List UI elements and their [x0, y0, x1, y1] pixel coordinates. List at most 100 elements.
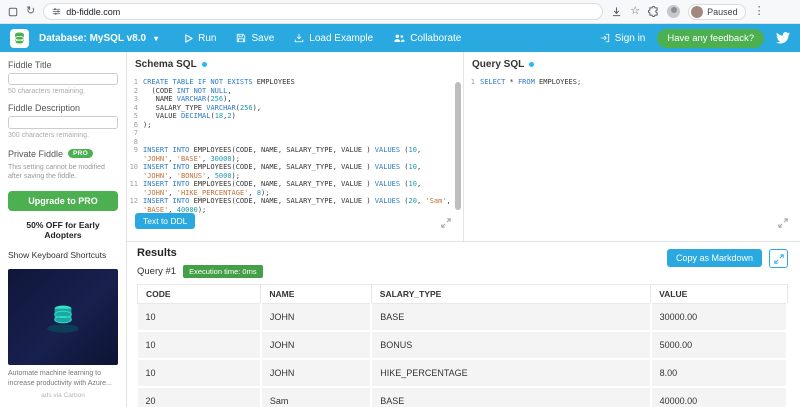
address-bar[interactable]: db-fiddle.com	[43, 3, 604, 20]
collaborate-button[interactable]: Collaborate	[393, 33, 461, 44]
table-cell: 10	[137, 303, 262, 332]
unsaved-dot	[201, 62, 207, 67]
text-to-ddl-button[interactable]: Text to DDL	[135, 213, 196, 229]
code-line: 8	[127, 138, 451, 147]
load-example-icon	[295, 33, 304, 43]
download-icon[interactable]	[611, 6, 622, 17]
save-label: Save	[251, 32, 275, 44]
upgrade-to-pro-button[interactable]: Upgrade to PRO	[8, 191, 118, 212]
menu-kebab-icon[interactable]: ⋮	[754, 6, 765, 17]
query-panel-header: Query SQL	[464, 52, 800, 73]
results-section: Results Query #1 Execution time: 0ms Cop…	[127, 242, 800, 407]
load-example-label: Load Example	[309, 32, 374, 44]
line-number: 10	[129, 163, 138, 171]
code-line: 5 VALUE DECIMAL(18,2)	[127, 112, 451, 121]
avatar[interactable]	[667, 5, 681, 18]
fiddle-title-label: Fiddle Title	[8, 60, 52, 70]
code-line: 12 INSERT INTO EMPLOYEES(CODE, NAME, SALA…	[127, 197, 451, 214]
line-number: 9	[133, 146, 138, 154]
column-header: VALUE	[650, 284, 788, 304]
collaborate-label: Collaborate	[410, 32, 462, 44]
table-cell: 5000.00	[650, 331, 789, 360]
fiddle-description-input[interactable]	[8, 116, 118, 129]
table-row: 10 JOHN HIKE_PERCENTAGE 8.00	[137, 359, 789, 388]
column-header: CODE	[136, 284, 262, 304]
table-cell: HIKE_PERCENTAGE	[371, 359, 652, 388]
paused-label: Paused	[707, 6, 738, 17]
profile-avatar	[691, 5, 704, 18]
results-expand-button[interactable]	[769, 249, 788, 268]
table-row: 10 JOHN BONUS 5000.00	[137, 331, 789, 360]
code-line: 6);	[127, 121, 451, 130]
play-icon	[185, 33, 193, 43]
feedback-button[interactable]: Have any feedback?	[657, 28, 764, 48]
schema-panel: Schema SQL 1 CREATE TABLE IF NOT EXISTS E…	[127, 52, 464, 241]
bookmark-star-icon[interactable]: ☆	[630, 6, 640, 17]
extensions-puzzle-icon[interactable]	[648, 6, 659, 17]
query-expand-icon[interactable]	[778, 218, 788, 228]
twitter-icon[interactable]	[776, 32, 790, 44]
line-number: 8	[133, 137, 138, 146]
reload-icon[interactable]: ↻	[26, 6, 35, 17]
scrollbar[interactable]	[455, 82, 461, 210]
private-fiddle-note: This setting cannot be modified after sa…	[8, 163, 105, 180]
fiddle-title-input[interactable]	[8, 73, 118, 85]
results-table: CODE NAME SALARY_TYPE VALUE 10 JOHN BASE 30000…	[136, 284, 789, 407]
load-example-button[interactable]: Load Example	[294, 33, 373, 44]
database-selector[interactable]: Database: MySQL v8.0 ▾	[39, 33, 158, 44]
main-area: Schema SQL 1 CREATE TABLE IF NOT EXISTS E…	[127, 52, 800, 407]
app-toolbar: Database: MySQL v8.0 ▾ Run Save Load Exa…	[0, 24, 800, 52]
line-number: 12	[129, 197, 138, 205]
table-cell: Sam	[260, 387, 373, 407]
line-number: 1	[470, 78, 475, 86]
db-fiddle-logo[interactable]	[10, 28, 29, 48]
chevron-down-icon: ▾	[154, 33, 159, 43]
schema-expand-icon[interactable]	[441, 218, 451, 228]
table-row: 10 JOHN BASE 30000.00	[137, 303, 789, 332]
url-text: db-fiddle.com	[66, 6, 121, 17]
fiddle-description-label: Fiddle Description	[8, 103, 81, 113]
table-cell: BASE	[371, 387, 652, 407]
site-info-icon[interactable]	[52, 7, 61, 16]
copy-as-markdown-button[interactable]: Copy as Markdown	[666, 249, 762, 267]
sign-in-label: Sign in	[614, 32, 646, 44]
expand-icon	[773, 253, 784, 264]
browser-chrome: ↻ db-fiddle.com ☆ Paused ⋮	[0, 0, 800, 24]
code-line: 3 NAME VARCHAR(256),	[127, 95, 451, 104]
line-number: 5	[133, 112, 138, 120]
database-selector-label: Database: MySQL v8.0	[39, 32, 147, 44]
table-cell: 30000.00	[650, 303, 789, 332]
browser-panel-icon[interactable]	[8, 7, 18, 17]
table-cell: 20	[137, 387, 262, 407]
line-number: 1	[133, 78, 138, 86]
query-number-label: Query #1	[137, 266, 177, 277]
table-cell: 40000.00	[650, 387, 789, 407]
run-button[interactable]: Run	[184, 33, 216, 44]
save-button[interactable]: Save	[236, 33, 274, 44]
unsaved-dot	[529, 62, 535, 67]
code-line: 10 INSERT INTO EMPLOYEES(CODE, NAME, SALA…	[127, 163, 451, 180]
database-icon	[14, 32, 25, 44]
keyboard-shortcuts-link[interactable]: Show Keyboard Shortcuts	[8, 250, 118, 260]
promo-text: 50% OFF for Early Adopters	[26, 220, 100, 241]
collaborate-icon	[394, 34, 405, 42]
results-table-body: 10 JOHN BASE 30000.00 10 JOHN BONUS 5000.00 10 JO…	[137, 303, 789, 407]
ad-image[interactable]	[8, 269, 118, 366]
ad-attribution[interactable]: ads via Carbon	[8, 392, 118, 399]
query-panel: Query SQL 1 SELECT * FROM EMPLOYEES;	[464, 52, 800, 241]
line-number: 4	[133, 103, 138, 112]
table-cell: JOHN	[260, 359, 373, 388]
column-header: NAME	[260, 284, 372, 304]
table-cell: BONUS	[371, 331, 652, 360]
title-remaining-hint: 50 characters remaining.	[8, 88, 86, 95]
column-header: SALARY_TYPE	[370, 284, 652, 304]
private-fiddle-label: Private Fiddle	[8, 148, 64, 159]
code-line: 7	[127, 129, 451, 138]
query-editor[interactable]: 1 SELECT * FROM EMPLOYEES;	[464, 76, 788, 241]
sign-in-button[interactable]: Sign in	[600, 32, 646, 44]
code-line: 11 INSERT INTO EMPLOYEES(CODE, NAME, SALA…	[127, 180, 451, 197]
run-label: Run	[198, 32, 217, 44]
profile-paused-button[interactable]: Paused	[688, 3, 746, 20]
ad-caption[interactable]: Automate machine learning to increase pr…	[8, 369, 118, 389]
code-line: 1 SELECT * FROM EMPLOYEES;	[464, 78, 788, 87]
